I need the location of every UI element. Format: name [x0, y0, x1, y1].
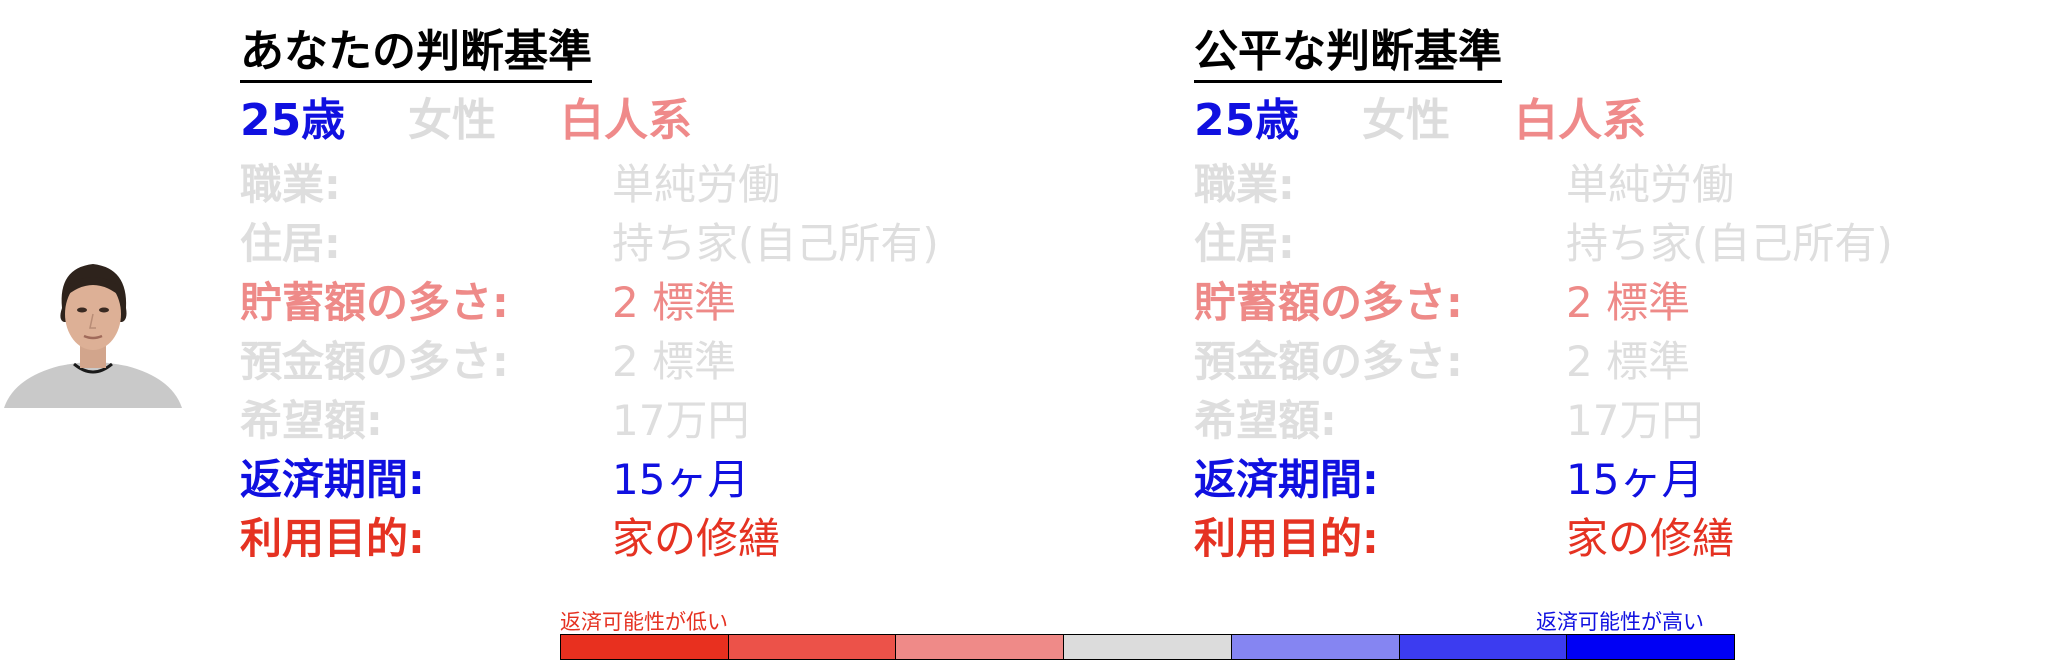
row-value: 単純労働 — [1566, 160, 1735, 209]
row-requested-amount: 希望額: 17万円 — [1194, 392, 1994, 450]
row-label: 利用目的: — [1194, 514, 1379, 563]
row-value: 持ち家(自己所有) — [612, 219, 939, 268]
scale-high-label: 返済可能性が高い — [1536, 610, 1704, 634]
age-label: 25歳 — [1194, 95, 1300, 146]
row-label: 貯蓄額の多さ: — [1194, 278, 1463, 327]
row-label: 職業: — [240, 160, 341, 209]
row-label: 希望額: — [1194, 396, 1337, 445]
scale-segment — [728, 635, 897, 659]
row-value: 2 標準 — [1566, 278, 1691, 327]
row-housing: 住居: 持ち家(自己所有) — [1194, 215, 1994, 273]
row-label: 利用目的: — [240, 514, 425, 563]
row-value: 2 標準 — [1566, 337, 1691, 386]
scale-low-label: 返済可能性が低い — [560, 610, 728, 634]
scale-segment — [1231, 635, 1400, 659]
race-label: 白人系 — [560, 95, 692, 146]
row-label: 預金額の多さ: — [240, 337, 509, 386]
row-occupation: 職業: 単純労働 — [1194, 156, 1994, 214]
row-requested-amount: 希望額: 17万円 — [240, 392, 1040, 450]
right-panel: 公平な判断基準 25歳 女性 白人系 職業: 単純労働 住居: 持ち家(自己所有… — [1194, 0, 1994, 600]
race-label: 白人系 — [1514, 95, 1646, 146]
gender-label: 女性 — [408, 95, 496, 146]
row-savings: 貯蓄額の多さ: 2 標準 — [240, 274, 1040, 332]
row-savings: 貯蓄額の多さ: 2 標準 — [1194, 274, 1994, 332]
row-housing: 住居: 持ち家(自己所有) — [240, 215, 1040, 273]
row-label: 貯蓄額の多さ: — [240, 278, 509, 327]
row-value: 2 標準 — [612, 337, 737, 386]
row-label: 返済期間: — [240, 455, 425, 504]
row-value: 15ヶ月 — [1566, 455, 1704, 504]
row-deposits: 預金額の多さ: 2 標準 — [1194, 333, 1994, 391]
row-purpose: 利用目的: 家の修繕 — [240, 510, 1040, 568]
repayment-likelihood-scale — [560, 634, 1735, 660]
row-value: 家の修繕 — [1566, 514, 1735, 563]
panel-title: あなたの判断基準 — [240, 26, 592, 83]
row-label: 住居: — [240, 219, 341, 268]
row-label: 返済期間: — [1194, 455, 1379, 504]
row-label: 預金額の多さ: — [1194, 337, 1463, 386]
row-repayment-period: 返済期間: 15ヶ月 — [1194, 451, 1994, 509]
row-repayment-period: 返済期間: 15ヶ月 — [240, 451, 1040, 509]
scale-segment — [1567, 635, 1735, 659]
row-label: 希望額: — [240, 396, 383, 445]
scale-segment — [561, 635, 729, 659]
row-value: 17万円 — [612, 396, 750, 445]
gender-label: 女性 — [1362, 95, 1450, 146]
row-value: 17万円 — [1566, 396, 1704, 445]
left-panel: あなたの判断基準 25歳 女性 白人系 職業: 単純労働 住居: 持ち家(自己所… — [240, 0, 1040, 600]
row-label: 職業: — [1194, 160, 1295, 209]
row-deposits: 預金額の多さ: 2 標準 — [240, 333, 1040, 391]
row-occupation: 職業: 単純労働 — [240, 156, 1040, 214]
row-value: 家の修繕 — [612, 514, 781, 563]
row-purpose: 利用目的: 家の修繕 — [1194, 510, 1994, 568]
row-value: 2 標準 — [612, 278, 737, 327]
row-value: 単純労働 — [612, 160, 781, 209]
scale-segment — [896, 635, 1065, 659]
scale-segment — [1399, 635, 1568, 659]
row-label: 住居: — [1194, 219, 1295, 268]
age-label: 25歳 — [240, 95, 346, 146]
row-value: 持ち家(自己所有) — [1566, 219, 1893, 268]
applicant-photo — [4, 258, 182, 408]
panel-title: 公平な判断基準 — [1194, 26, 1502, 83]
row-value: 15ヶ月 — [612, 455, 750, 504]
scale-segment — [1064, 635, 1232, 659]
